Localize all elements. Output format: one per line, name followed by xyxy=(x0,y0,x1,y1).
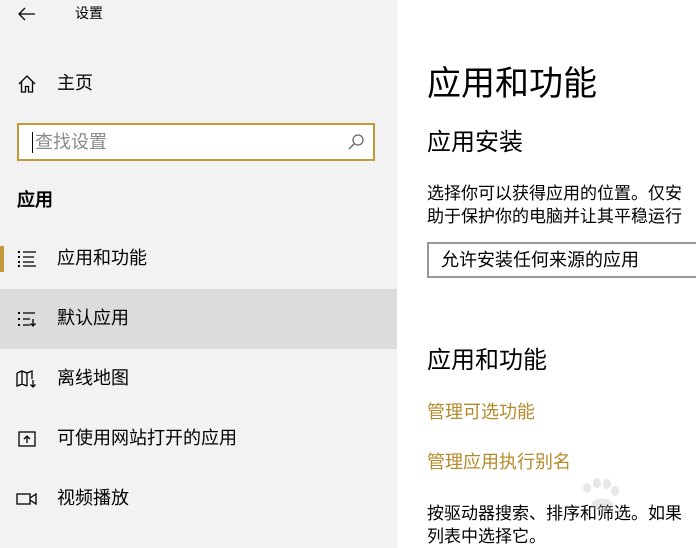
dropdown-selected-value: 允许安装任何来源的应用 xyxy=(441,250,639,271)
sidebar-item-default-apps[interactable]: 默认应用 xyxy=(0,289,397,349)
search-icon[interactable] xyxy=(347,133,365,151)
home-icon xyxy=(16,73,38,95)
install-heading: 应用安装 xyxy=(427,128,523,156)
features-heading: 应用和功能 xyxy=(427,346,547,374)
back-button[interactable] xyxy=(12,0,42,28)
sidebar-item-apps-features[interactable]: 应用和功能 xyxy=(0,229,397,289)
sidebar-item-offline-maps[interactable]: 离线地图 xyxy=(0,349,397,409)
sidebar-item-video-playback[interactable]: 视频播放 xyxy=(0,469,397,529)
video-icon xyxy=(16,488,38,510)
page-title: 应用和功能 xyxy=(427,64,597,104)
sidebar-item-home[interactable]: 主页 xyxy=(0,62,397,106)
sidebar: 设置 主页 应用 xyxy=(0,0,397,548)
main-content: 应用和功能 应用安装 选择你可以获得应用的位置。仅安 助于保护你的电脑并让其平稳… xyxy=(397,0,696,548)
sidebar-item-label: 应用和功能 xyxy=(57,248,147,269)
watermark-logo xyxy=(583,478,619,511)
sidebar-item-label: 可使用网站打开的应用 xyxy=(57,428,237,449)
back-arrow-icon xyxy=(18,7,35,21)
install-source-dropdown[interactable]: 允许安装任何来源的应用 xyxy=(427,242,696,278)
sidebar-item-label: 默认应用 xyxy=(57,308,129,329)
sidebar-item-label: 主页 xyxy=(57,73,93,94)
offline-map-icon xyxy=(16,368,38,390)
default-apps-icon xyxy=(16,308,38,330)
window-title: 设置 xyxy=(75,6,103,22)
section-heading: 应用 xyxy=(17,190,53,211)
sidebar-item-website-apps[interactable]: 可使用网站打开的应用 xyxy=(0,409,397,469)
apps-list-icon xyxy=(16,248,38,270)
manage-optional-features-link[interactable]: 管理可选功能 xyxy=(427,401,535,425)
install-description-line2: 助于保护你的电脑并让其平稳运行 xyxy=(427,207,682,227)
website-apps-icon xyxy=(16,428,38,450)
search-box xyxy=(17,123,375,161)
install-description-line1: 选择你可以获得应用的位置。仅安 xyxy=(427,184,682,204)
sidebar-item-label: 视频播放 xyxy=(57,488,129,509)
search-description-line2: 列表中选择它。 xyxy=(427,527,546,547)
settings-window: 设置 主页 应用 xyxy=(0,0,696,548)
sidebar-item-label: 离线地图 xyxy=(57,368,129,389)
search-input[interactable] xyxy=(29,125,335,159)
